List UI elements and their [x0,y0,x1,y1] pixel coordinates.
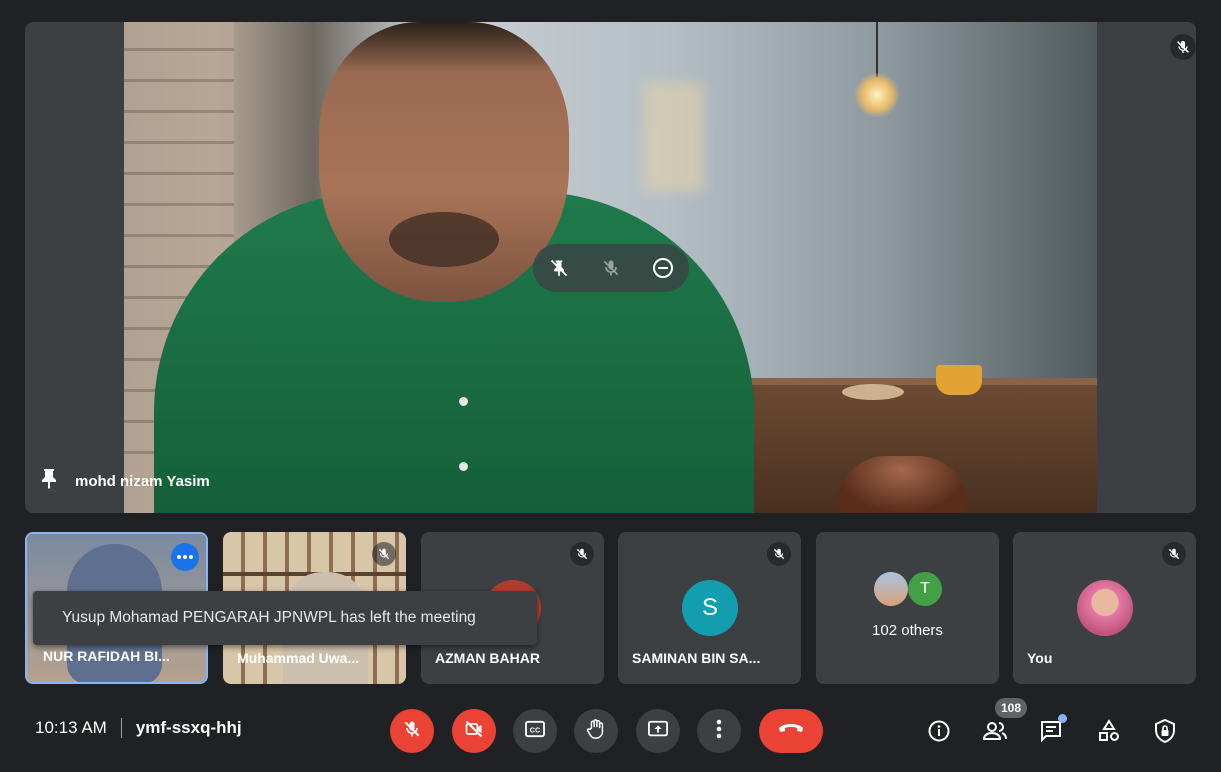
people-icon[interactable] [980,716,1010,746]
shirt-button [459,462,468,471]
mic-off-icon [1170,34,1196,60]
mic-off-icon [372,542,396,566]
cookie-plate [842,384,904,400]
participant-name: Muhammad Uwa... [237,650,360,666]
closed-caption-icon: CC [524,720,546,743]
host-controls-icon[interactable] [1150,716,1180,746]
window-light [644,82,704,192]
mute-participant-icon[interactable] [596,253,626,283]
others-avatar [874,572,908,606]
tile-hover-controls [533,244,689,292]
others-count: 102 others [872,622,943,639]
meeting-code: ymf-ssxq-hhj [135,718,242,737]
shirt-button [459,397,468,406]
self-tile[interactable]: You [1013,532,1196,684]
captions-button[interactable]: CC [513,709,557,753]
self-avatar [1077,580,1133,636]
participant-avatar: S [682,580,738,636]
mic-off-icon [402,719,422,744]
leave-call-button[interactable] [759,709,823,753]
participant-tile[interactable]: S SAMINAN BIN SA... [618,532,801,684]
info-icon[interactable] [924,716,954,746]
call-end-icon [777,722,805,741]
divider [120,718,122,738]
more-vert-icon [716,719,722,744]
microphone-toggle[interactable] [390,709,434,753]
main-speaker-tile[interactable]: mohd nizam Yasim [25,22,1196,513]
mic-off-icon [1162,542,1186,566]
more-options-button[interactable] [697,709,741,753]
people-count-badge: 108 [995,698,1027,718]
present-screen-icon [647,719,669,744]
others-avatar-letter: T [908,572,942,606]
participant-name: SAMINAN BIN SA... [632,650,761,666]
svg-text:CC: CC [530,725,540,734]
notification-toast: Yusup Mohamad PENGARAH JPNWPL has left t… [33,591,537,645]
others-tile[interactable]: T 102 others [816,532,999,684]
pin-icon[interactable] [544,253,574,283]
mic-off-icon [767,542,791,566]
participant-name: AZMAN BAHAR [435,650,540,666]
chat-notification-dot [1058,714,1067,723]
more-horiz-icon[interactable] [171,543,199,571]
coffee-cup [936,365,982,395]
lamp [854,72,900,118]
hand-icon [585,718,607,745]
remove-from-call-icon[interactable] [648,253,678,283]
mic-off-icon [570,542,594,566]
participant-name: NUR RAFIDAH BI... [43,648,170,664]
activities-icon[interactable] [1094,716,1124,746]
speaker-beard [389,212,499,267]
videocam-off-icon [463,719,485,744]
main-speaker-name: mohd nizam Yasim [75,472,210,490]
meeting-info: 10:13 AM ymf-ssxq-hhj [35,718,242,738]
present-button[interactable] [636,709,680,753]
participant-name: You [1027,650,1053,666]
camera-toggle[interactable] [452,709,496,753]
raise-hand-button[interactable] [574,709,618,753]
lamp-cord [876,22,878,77]
pin-icon [41,468,57,494]
main-speaker-label: mohd nizam Yasim [41,468,210,494]
meeting-time: 10:13 AM [35,718,107,737]
